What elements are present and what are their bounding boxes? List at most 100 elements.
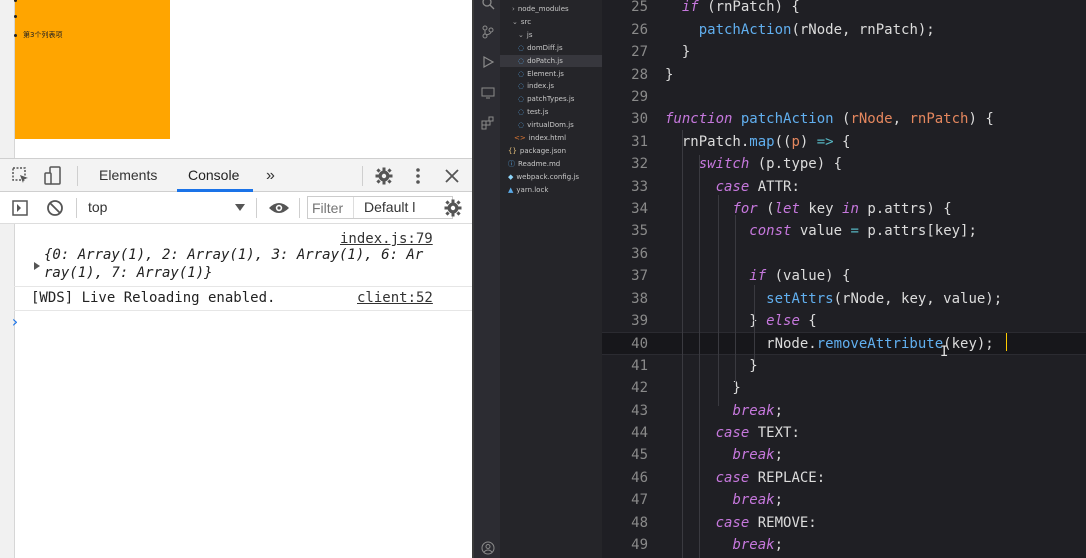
- kebab-menu-icon[interactable]: [412, 167, 424, 185]
- code-line[interactable]: 38 setAttrs(rNode, key, value);: [602, 288, 1086, 310]
- remote-explorer-icon[interactable]: [481, 86, 495, 100]
- code-line[interactable]: 26 patchAction(rNode, rnPatch);: [602, 19, 1086, 41]
- js-file-icon: ◌: [518, 43, 525, 52]
- explorer-item[interactable]: ◌ index.js: [500, 80, 602, 92]
- code-text: function patchAction (rNode, rnPatch) {: [665, 108, 994, 130]
- code-line[interactable]: 28}: [602, 64, 1086, 86]
- explorer-item[interactable]: ◌ patchTypes.js: [500, 93, 602, 105]
- log-levels-dropdown[interactable]: Default l: [364, 197, 415, 218]
- code-line[interactable]: 44 case TEXT:: [602, 422, 1086, 444]
- code-token: (rNode, key, value);: [833, 290, 1003, 307]
- explorer-item[interactable]: {} package.json: [500, 145, 602, 157]
- context-selector[interactable]: top: [88, 192, 107, 223]
- line-number: 46: [631, 469, 648, 486]
- code-line[interactable]: 36: [602, 243, 1086, 265]
- tab-console[interactable]: Console: [188, 159, 239, 192]
- code-token: (: [833, 111, 851, 128]
- js-file-icon: ◌: [518, 69, 525, 78]
- code-token: patchAction: [698, 21, 792, 38]
- explorer-item-label: index.html: [528, 134, 567, 142]
- code-line[interactable]: 39 } else {: [602, 310, 1086, 332]
- settings-gear-icon[interactable]: [375, 167, 393, 185]
- source-link-index[interactable]: index.js:79: [340, 231, 433, 247]
- explorer-item[interactable]: ◌ domDiff.js: [500, 42, 602, 54]
- console-settings-gear-icon[interactable]: [444, 199, 462, 217]
- code-token: function: [665, 111, 733, 128]
- code-line[interactable]: 49 break;: [602, 534, 1086, 556]
- code-token: ;: [774, 536, 784, 553]
- tab-elements[interactable]: Elements: [99, 159, 157, 192]
- explorer-item[interactable]: ▲ yarn.lock: [500, 184, 602, 196]
- expand-triangle-icon[interactable]: [33, 262, 41, 270]
- line-number: 29: [631, 88, 648, 105]
- explorer-item[interactable]: ◌ test.js: [500, 106, 602, 118]
- code-editor[interactable]: 25 if (rnPatch) {26 patchAction(rNode, r…: [602, 0, 1086, 558]
- code-line[interactable]: 37 if (value) {: [602, 265, 1086, 287]
- close-icon[interactable]: [444, 168, 460, 184]
- explorer-item[interactable]: <> index.html: [500, 132, 602, 144]
- log-message: [WDS] Live Reloading enabled.: [31, 290, 276, 306]
- code-line[interactable]: 43 break;: [602, 400, 1086, 422]
- code-token: TEXT:: [749, 424, 800, 441]
- source-link-client[interactable]: client:52: [357, 290, 433, 306]
- code-line[interactable]: 29: [602, 86, 1086, 108]
- explorer-item[interactable]: ◌ doPatch.js: [500, 54, 602, 67]
- sidebar-toggle-icon[interactable]: [12, 200, 28, 216]
- indent-guide: [735, 215, 736, 384]
- explorer-item[interactable]: ⌄ js: [500, 29, 602, 41]
- code-line[interactable]: 34 for (let key in p.attrs) {: [602, 198, 1086, 220]
- code-token: (rnPatch) {: [698, 0, 800, 16]
- js-file-icon: ◌: [518, 95, 525, 104]
- more-tabs-button[interactable]: »: [266, 159, 275, 192]
- clear-console-icon[interactable]: [46, 199, 64, 217]
- log-object-line2[interactable]: ray(1), 7: Array(1)}: [44, 265, 213, 281]
- bullet-icon: [14, 14, 17, 18]
- code-line[interactable]: 25 if (rnPatch) {: [602, 0, 1086, 19]
- code-token: ;: [774, 402, 784, 419]
- live-expression-eye-icon[interactable]: [268, 201, 290, 215]
- dropdown-arrow-icon[interactable]: [235, 204, 245, 212]
- account-icon[interactable]: [481, 541, 495, 555]
- code-line[interactable]: 32 switch (p.type) {: [602, 153, 1086, 175]
- list-item-3: 第3个列表项: [14, 30, 62, 40]
- explorer-item[interactable]: › node_modules: [500, 3, 602, 15]
- log-object-line1[interactable]: {0: Array(1), 2: Array(1), 3: Array(1), …: [44, 247, 423, 263]
- code-line[interactable]: 33 case ATTR:: [602, 176, 1086, 198]
- code-line[interactable]: 41 }: [602, 355, 1086, 377]
- search-icon[interactable]: [481, 0, 495, 10]
- code-line[interactable]: 27 }: [602, 41, 1086, 63]
- file-explorer: › node_modules ⌄ src ⌄ js ◌ domDiff.js ◌ doPatch.…: [500, 0, 602, 558]
- code-line[interactable]: 30 function patchAction (rNode, rnPatch) …: [602, 108, 1086, 130]
- code-line[interactable]: 48 case REMOVE:: [602, 512, 1086, 534]
- extensions-icon[interactable]: [481, 116, 495, 130]
- explorer-item[interactable]: ⓘ Readme.md: [500, 158, 602, 170]
- console-prompt[interactable]: ›: [10, 312, 20, 331]
- explorer-item[interactable]: ◌ virtualDom.js: [500, 119, 602, 131]
- code-line[interactable]: 40 rNode.removeAttribute(key);: [602, 332, 1086, 355]
- code-token: ((: [774, 133, 792, 150]
- code-token: case: [715, 424, 750, 441]
- run-debug-icon[interactable]: [481, 55, 495, 69]
- explorer-item[interactable]: ◌ Element.js: [500, 68, 602, 80]
- source-control-icon[interactable]: [481, 25, 495, 39]
- code-line[interactable]: 47 break;: [602, 489, 1086, 511]
- activity-bar: [474, 0, 500, 558]
- explorer-item[interactable]: ⌄ src: [500, 16, 602, 28]
- device-toolbar-icon[interactable]: [44, 166, 64, 186]
- code-line[interactable]: 42 }: [602, 377, 1086, 399]
- explorer-item[interactable]: ◆ webpack.config.js: [500, 171, 602, 183]
- explorer-item-label: test.js: [527, 108, 549, 117]
- code-line[interactable]: 35 const value = p.attrs[key];: [602, 220, 1086, 242]
- chevron-down-icon: ⌄: [512, 17, 518, 26]
- code-token: if: [681, 0, 699, 16]
- chevron-right-icon: ›: [512, 5, 515, 13]
- code-line[interactable]: 45 break;: [602, 444, 1086, 466]
- code-line[interactable]: 46 case REPLACE:: [602, 467, 1086, 489]
- code-line[interactable]: 31 rnPatch.map((p) => {: [602, 131, 1086, 153]
- filter-input[interactable]: [308, 197, 354, 218]
- inspect-element-icon[interactable]: [12, 167, 30, 185]
- js-file-icon: ◌: [518, 108, 525, 117]
